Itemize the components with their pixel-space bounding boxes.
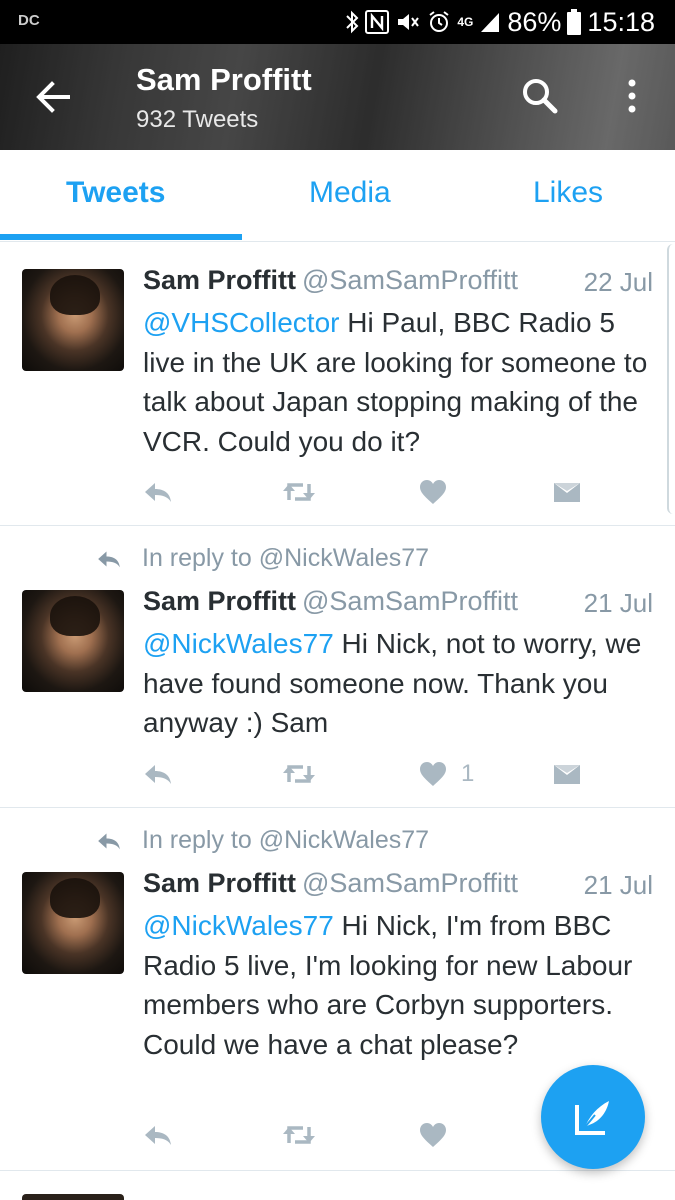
header-banner xyxy=(0,44,675,150)
retweet-button[interactable] xyxy=(281,757,317,791)
reply-context-text[interactable]: In reply to @NickWales77 xyxy=(142,826,429,855)
like-count: 1 xyxy=(461,760,475,787)
tweet-text: @VHSCollector Hi Paul, BBC Radio 5 live … xyxy=(143,303,648,461)
author-handle: @SamSamProffitt xyxy=(302,868,518,898)
reply-icon xyxy=(145,765,171,784)
active-tab-indicator xyxy=(0,234,242,240)
retweet-button[interactable] xyxy=(281,475,317,509)
mute-icon xyxy=(395,10,421,34)
reply-context: In reply to @NickWales77 xyxy=(96,544,429,573)
clock: 15:18 xyxy=(587,6,655,37)
reply-context-text[interactable]: In reply to @NickWales77 xyxy=(142,544,429,573)
heart-icon xyxy=(420,762,446,786)
reply-context: In reply to @NickWales77 xyxy=(96,826,429,855)
avatar[interactable] xyxy=(22,872,124,974)
reply-icon xyxy=(98,833,120,849)
avatar[interactable] xyxy=(22,590,124,692)
like-button[interactable] xyxy=(419,475,461,509)
compose-quill-icon xyxy=(575,1101,609,1135)
tab-tweets[interactable]: Tweets xyxy=(66,176,165,210)
like-button[interactable]: 1 xyxy=(419,757,474,791)
signal-icon xyxy=(479,10,501,34)
tweet-item[interactable]: Sam Proffitt @SamSamProffitt 22 Jul @VHSC… xyxy=(0,243,675,526)
battery-icon xyxy=(567,9,582,35)
tweet-actions xyxy=(143,1118,603,1152)
like-button[interactable] xyxy=(419,1118,461,1152)
tweet-text: @NickWales77 Hi Nick, I'm from BBC Radio… xyxy=(143,906,648,1064)
reply-icon xyxy=(98,551,120,567)
retweet-icon xyxy=(283,483,315,501)
network-type: 4G xyxy=(457,15,474,29)
battery-percent: 86% xyxy=(507,6,562,37)
tweet-text: @NickWales77 Hi Nick, not to worry, we h… xyxy=(143,624,648,743)
tweet-date: 22 Jul xyxy=(583,267,653,297)
back-arrow-icon xyxy=(36,81,70,113)
author-name: Sam Proffitt xyxy=(143,265,297,295)
avatar[interactable] xyxy=(22,1194,124,1200)
reply-button[interactable] xyxy=(143,475,173,509)
search-icon xyxy=(523,79,558,114)
author-handle: @SamSamProffitt xyxy=(302,586,518,616)
tweet-feed: Sam Proffitt @SamSamProffitt 22 Jul @VHSC… xyxy=(0,243,675,1171)
reply-icon xyxy=(145,483,171,502)
profile-header: Sam Proffitt 932 Tweets xyxy=(0,44,675,150)
author-handle: @SamSamProffitt xyxy=(302,265,518,295)
tweet-actions xyxy=(143,475,603,509)
tweet-author: Sam Proffitt @SamSamProffitt xyxy=(143,586,518,617)
more-options-button[interactable] xyxy=(614,74,650,118)
reply-button[interactable] xyxy=(143,1118,173,1152)
tweet-item[interactable]: In reply to @NickWales77 Sam Proffitt @Sa… xyxy=(0,526,675,808)
tweet-date: 21 Jul xyxy=(583,870,653,900)
compose-tweet-button[interactable] xyxy=(541,1065,645,1169)
search-button[interactable] xyxy=(518,74,562,118)
status-icons: 4G 86% 15:18 xyxy=(345,5,655,39)
tweet-author: Sam Proffitt @SamSamProffitt xyxy=(143,868,518,899)
envelope-icon xyxy=(554,765,580,784)
tweet-actions: 1 xyxy=(143,757,603,791)
mention-link[interactable]: @VHSCollector xyxy=(143,307,339,338)
mention-link[interactable]: @NickWales77 xyxy=(143,910,334,941)
bluetooth-icon xyxy=(345,10,359,34)
profile-name: Sam Proffitt xyxy=(136,62,312,97)
mention-link[interactable]: @NickWales77 xyxy=(143,628,334,659)
back-button[interactable] xyxy=(30,74,76,120)
profile-tabs: Tweets Media Likes xyxy=(0,150,675,242)
carrier-label: DC xyxy=(18,12,40,29)
heart-icon xyxy=(420,1123,446,1147)
tweet-count: 932 Tweets xyxy=(136,106,259,133)
retweet-button[interactable] xyxy=(281,1118,317,1152)
author-name: Sam Proffitt xyxy=(143,868,297,898)
tab-likes[interactable]: Likes xyxy=(533,176,603,210)
nfc-icon xyxy=(365,10,390,34)
direct-message-button[interactable] xyxy=(553,475,581,509)
retweet-icon xyxy=(283,1126,315,1144)
direct-message-button[interactable] xyxy=(553,757,581,791)
retweet-icon xyxy=(283,765,315,783)
tab-media[interactable]: Media xyxy=(309,176,391,210)
alarm-icon xyxy=(427,10,451,34)
heart-icon xyxy=(420,480,446,504)
envelope-icon xyxy=(554,483,580,502)
status-bar: DC 4G 86% 15:18 xyxy=(0,0,675,44)
tweet-date: 21 Jul xyxy=(583,588,653,618)
reply-button[interactable] xyxy=(143,757,173,791)
author-name: Sam Proffitt xyxy=(143,586,297,616)
next-tweet-partial xyxy=(0,1172,675,1200)
avatar[interactable] xyxy=(22,269,124,371)
tweet-author: Sam Proffitt @SamSamProffitt xyxy=(143,265,518,296)
more-vertical-icon xyxy=(628,79,636,113)
reply-icon xyxy=(145,1126,171,1145)
